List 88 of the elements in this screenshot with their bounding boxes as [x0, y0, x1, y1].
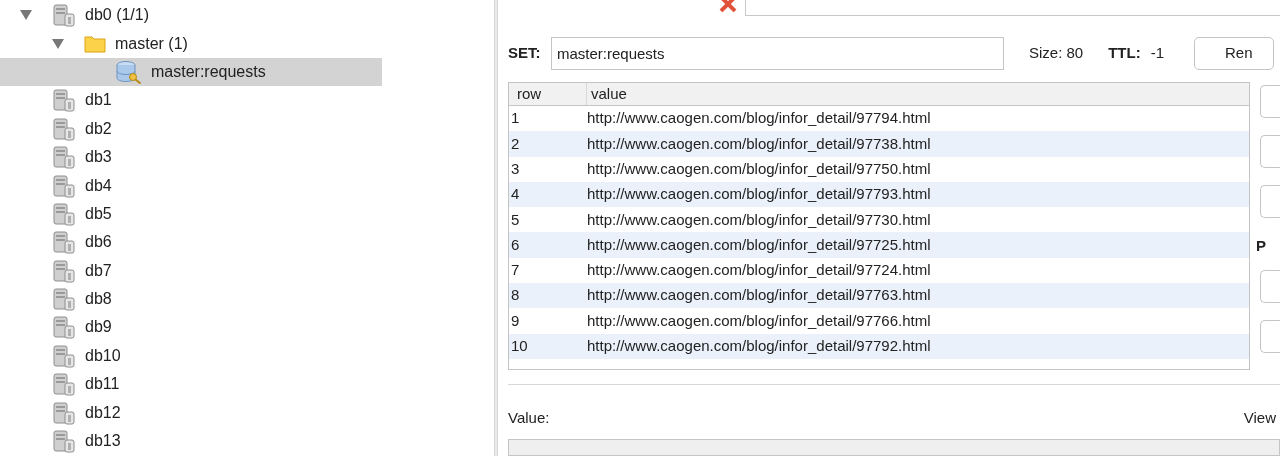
view-label: View [1243, 407, 1276, 428]
tree-item-label: db7 [85, 260, 112, 281]
tree-item[interactable]: db0 (1/1) [0, 1, 382, 30]
server-icon [52, 400, 76, 425]
server-icon [52, 88, 76, 113]
rename-button[interactable]: Ren [1194, 37, 1274, 70]
key-type-label: SET: [508, 43, 542, 64]
tree-item[interactable]: master (1) [0, 29, 382, 58]
table-cell-text: 4 [510, 184, 521, 205]
server-icon [52, 173, 76, 198]
column-header[interactable]: value [587, 83, 627, 106]
tree-item-label: db8 [85, 289, 112, 310]
disclosure-triangle-icon[interactable] [52, 38, 64, 49]
tree-item[interactable]: db6 [0, 228, 382, 257]
server-icon [52, 372, 76, 397]
tree-item[interactable]: db11 [0, 370, 382, 399]
close-icon[interactable] [719, 0, 737, 12]
tree-item-label: db4 [85, 175, 112, 196]
tree-item[interactable]: db7 [0, 256, 382, 285]
tree-item-label: db12 [85, 402, 121, 423]
tree-item-label: master (1) [115, 33, 188, 54]
tree-item[interactable]: db10 [0, 341, 382, 371]
table-cell-text: 10 [510, 336, 529, 357]
table-cell-text: http://www.caogen.com/blog/infor_detail/97763.html [587, 285, 931, 306]
side-label: P [1256, 236, 1267, 256]
tree-item-label: db11 [85, 374, 120, 395]
tree-item-label: db6 [85, 232, 112, 253]
server-icon [52, 315, 76, 340]
server-icon [52, 3, 76, 28]
side-button[interactable] [1260, 319, 1280, 353]
server-icon [52, 145, 76, 170]
side-button[interactable] [1260, 185, 1280, 218]
table-cell-text: http://www.caogen.com/blog/infor_detail/97724.html [587, 260, 931, 281]
table-cell-text: http://www.caogen.com/blog/infor_detail/97730.html [587, 209, 931, 230]
key-name-field[interactable]: master:requests [551, 37, 1004, 70]
table-cell-text: http://www.caogen.com/blog/infor_detail/97725.html [587, 234, 931, 255]
tree-item-label: db2 [85, 118, 112, 139]
table-cell-text: http://www.caogen.com/blog/infor_detail/97750.html [587, 159, 931, 179]
tree-item[interactable]: db5 [0, 199, 382, 229]
tree-item[interactable]: db4 [0, 171, 382, 200]
database-key-icon [116, 59, 142, 84]
table-cell-text: 3 [510, 159, 521, 179]
tree-item[interactable]: master:requests [0, 57, 382, 87]
tree-item[interactable]: db8 [0, 284, 382, 314]
tree-item-label: db0 (1/1) [85, 5, 150, 26]
table-cell-text: 1 [510, 108, 521, 129]
side-button[interactable] [1260, 135, 1280, 168]
tree-item[interactable]: db13 [0, 426, 382, 456]
server-icon [52, 287, 76, 312]
table-cell-text: http://www.caogen.com/blog/infor_detail/97794.html [587, 108, 931, 129]
disclosure-triangle-icon[interactable] [20, 10, 32, 21]
server-icon [52, 230, 76, 255]
tree-item-label: db3 [85, 147, 112, 168]
table-cell-text: 7 [510, 260, 521, 281]
tree-item-label: db1 [85, 90, 112, 111]
folder-icon [84, 34, 106, 53]
tree-item[interactable]: db2 [0, 114, 382, 143]
tree-item[interactable]: db1 [0, 86, 382, 115]
tree-item[interactable]: db9 [0, 313, 382, 342]
table-cell-text: http://www.caogen.com/blog/infor_detail/97766.html [587, 310, 931, 331]
ttl-value: -1 [1150, 43, 1165, 64]
column-header[interactable]: row [509, 83, 587, 106]
value-label: Value: [508, 407, 550, 428]
tree-item-label: master:requests [151, 61, 266, 82]
table-cell-text: 5 [510, 209, 521, 230]
ttl-label: TTL: [1108, 43, 1141, 64]
server-icon [52, 429, 76, 454]
table-cell-text: http://www.caogen.com/blog/infor_detail/97793.html [587, 184, 931, 205]
server-icon [52, 201, 76, 226]
tree-item-label: db13 [85, 431, 121, 452]
side-button[interactable] [1260, 269, 1280, 303]
table-cell-text: 2 [510, 133, 521, 154]
server-icon [52, 258, 76, 283]
server-icon [52, 343, 76, 368]
value-field[interactable] [508, 439, 1280, 456]
tree-item-label: db9 [85, 317, 112, 338]
tree-item-label: db5 [85, 203, 112, 224]
table-cell-text: http://www.caogen.com/blog/infor_detail/97738.html [587, 133, 931, 154]
server-icon [52, 116, 76, 141]
table-cell-text: 8 [510, 285, 521, 306]
tree-item[interactable]: db3 [0, 142, 382, 172]
table-cell-text: http://www.caogen.com/blog/infor_detail/97792.html [587, 336, 931, 357]
table-cell-text: 9 [510, 310, 521, 331]
size-text: Size: 80 [1029, 43, 1084, 64]
tree-item-label: db10 [85, 345, 121, 366]
tree-item[interactable]: db12 [0, 398, 382, 427]
table-cell-text: 6 [510, 234, 521, 255]
side-button[interactable] [1260, 85, 1280, 118]
